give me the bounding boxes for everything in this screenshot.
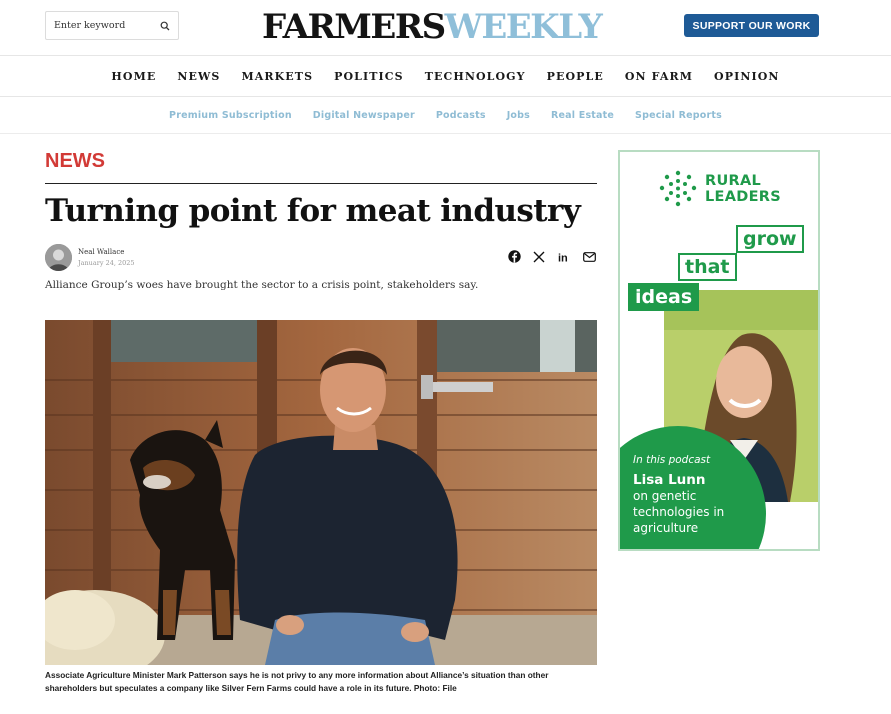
author-meta: Neal Wallace January 24, 2025 bbox=[78, 248, 135, 267]
logo-part-farmers: FARMERS bbox=[262, 7, 446, 47]
ad-word-ideas: ideas bbox=[628, 283, 700, 311]
ad-topic-line: agriculture bbox=[633, 521, 699, 535]
main-nav: HOME NEWS MARKETS POLITICS TECHNOLOGY PE… bbox=[0, 57, 891, 97]
subnav-special-reports[interactable]: Special Reports bbox=[635, 110, 722, 121]
search-box[interactable] bbox=[45, 11, 179, 40]
x-icon[interactable] bbox=[532, 250, 546, 264]
ad-guest-name: Lisa Lunn bbox=[633, 472, 706, 488]
share-bar: in bbox=[507, 249, 596, 264]
photo-caption-line: shareholders but speculates a company li… bbox=[45, 683, 457, 693]
support-our-work-button[interactable]: SUPPORT OUR WORK bbox=[684, 14, 819, 37]
nav-markets[interactable]: MARKETS bbox=[241, 70, 313, 83]
top-bar: FARMERSWEEKLY SUPPORT OUR WORK bbox=[0, 0, 891, 56]
ad-podcast-text: In this podcast Lisa Lunn on genetic tec… bbox=[633, 454, 724, 536]
email-icon[interactable] bbox=[582, 250, 596, 264]
subnav-podcasts[interactable]: Podcasts bbox=[436, 110, 486, 121]
ad-podcast-intro: In this podcast bbox=[633, 454, 711, 466]
ad-word-grow: grow bbox=[736, 225, 804, 253]
nav-on-farm[interactable]: ON FARM bbox=[625, 70, 693, 83]
publish-date: January 24, 2025 bbox=[78, 258, 135, 267]
sub-nav: Premium Subscription Digital Newspaper P… bbox=[0, 98, 891, 134]
rural-leaders-logo: RURAL LEADERS bbox=[658, 169, 781, 209]
subnav-real-estate[interactable]: Real Estate bbox=[551, 110, 614, 121]
byline: Neal Wallace January 24, 2025 bbox=[45, 243, 135, 271]
subnav-jobs[interactable]: Jobs bbox=[507, 110, 530, 121]
rural-leaders-ad[interactable]: RURAL LEADERS grow that ideas In this po… bbox=[618, 150, 820, 551]
section-label[interactable]: NEWS bbox=[45, 150, 105, 173]
rural-leaders-dots-icon bbox=[659, 170, 697, 207]
nav-technology[interactable]: TECHNOLOGY bbox=[425, 70, 526, 83]
subnav-digital-newspaper[interactable]: Digital Newspaper bbox=[313, 110, 415, 121]
nav-opinion[interactable]: OPINION bbox=[714, 70, 780, 83]
ad-logo-line1: RURAL bbox=[705, 173, 762, 189]
facebook-icon[interactable] bbox=[507, 250, 521, 264]
nav-news[interactable]: NEWS bbox=[177, 70, 220, 83]
ad-topic-line: technologies in bbox=[633, 505, 725, 519]
nav-politics[interactable]: POLITICS bbox=[334, 70, 404, 83]
nav-home[interactable]: HOME bbox=[111, 70, 156, 83]
author-avatar[interactable] bbox=[45, 243, 72, 271]
search-icon[interactable] bbox=[154, 12, 176, 39]
article-headline: Turning point for meat industry bbox=[45, 193, 581, 229]
subnav-premium-subscription[interactable]: Premium Subscription bbox=[169, 110, 292, 121]
article-standfirst: Alliance Group’s woes have brought the s… bbox=[45, 279, 479, 291]
photo-caption-line: Associate Agriculture Minister Mark Patt… bbox=[45, 670, 549, 680]
svg-text:in: in bbox=[558, 252, 568, 263]
site-logo[interactable]: FARMERS WEEKLY bbox=[262, 7, 603, 47]
ad-word-that: that bbox=[678, 253, 737, 281]
logo-part-weekly: WEEKLY bbox=[444, 7, 603, 47]
linkedin-icon[interactable]: in bbox=[557, 250, 571, 264]
search-input[interactable] bbox=[46, 12, 154, 39]
rural-leaders-wordmark: RURAL LEADERS bbox=[705, 173, 781, 205]
photo-caption: Associate Agriculture Minister Mark Patt… bbox=[45, 669, 597, 695]
ad-logo-line2: LEADERS bbox=[705, 189, 782, 205]
nav-people[interactable]: PEOPLE bbox=[547, 70, 604, 83]
ad-topic-line: on genetic bbox=[633, 489, 697, 503]
section-divider bbox=[45, 183, 597, 184]
article-hero-photo bbox=[45, 320, 597, 665]
author-name[interactable]: Neal Wallace bbox=[78, 248, 135, 256]
